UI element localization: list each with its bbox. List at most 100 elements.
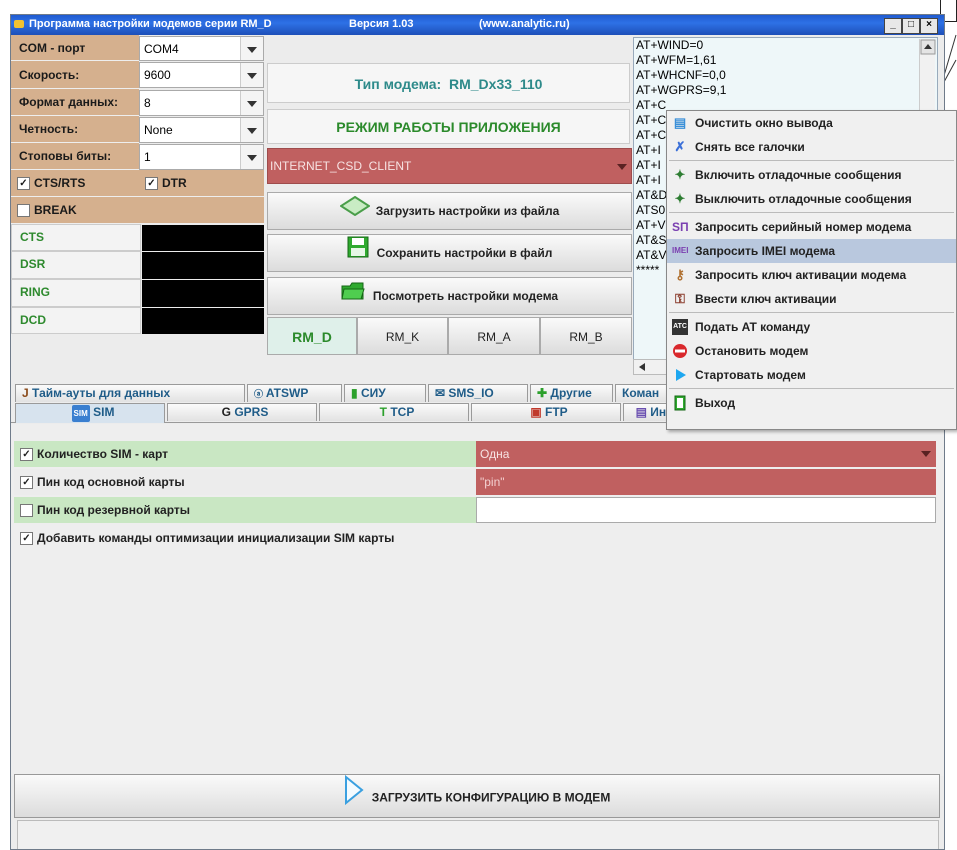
- speed-select[interactable]: 9600: [139, 62, 264, 88]
- parity-value: None: [144, 123, 173, 137]
- pin-main-label: Пин код основной карты: [37, 475, 185, 489]
- signal-ring-label: RING: [11, 279, 141, 307]
- pin-reserve-input[interactable]: [476, 497, 936, 523]
- tab-siu-label: СИУ: [360, 386, 386, 400]
- signal-dsr-indicator: [142, 252, 264, 279]
- menu-disable-debug[interactable]: ✦ Выключить отладочные сообщения: [667, 187, 956, 211]
- tab-siu[interactable]: ▮ СИУ: [344, 384, 426, 402]
- chevron-down-icon: [240, 145, 263, 169]
- menu-request-activation-key[interactable]: ⚷ Запросить ключ активации модема: [667, 263, 956, 287]
- chevron-down-icon: [240, 91, 263, 115]
- menu-separator: [669, 212, 954, 213]
- dtr-label: DTR: [162, 176, 187, 190]
- atswp-icon: ⓐ: [254, 389, 264, 399]
- terminal-line: AT+WHCNF=0,0: [636, 68, 726, 82]
- data-format-select[interactable]: 8: [139, 90, 264, 116]
- tab-other-label: Другие: [550, 386, 592, 400]
- menu-clear-output[interactable]: ▤ Очистить окно вывода: [667, 111, 956, 135]
- exit-door-icon: [672, 395, 688, 411]
- terminal-line: AT+WIND=0: [636, 38, 704, 52]
- menu-request-serial[interactable]: SП Запросить серийный номер модема: [667, 215, 956, 239]
- tab-gprs[interactable]: G GPRS: [167, 403, 317, 421]
- bug-icon: ✦: [674, 191, 686, 206]
- checkbox-icon: [20, 448, 33, 462]
- break-spacer: [139, 197, 264, 224]
- save-settings-button[interactable]: Сохранить настройки в файл: [267, 234, 632, 272]
- upload-config-label: ЗАГРУЗИТЬ КОНФИГУРАЦИЮ В МОДЕМ: [371, 790, 611, 805]
- signal-cts-label: CTS: [11, 224, 141, 251]
- pin-main-checkbox[interactable]: Пин код основной карты: [14, 469, 476, 495]
- checkbox-icon: [145, 177, 158, 191]
- bug-icon: ✦: [674, 167, 686, 182]
- view-settings-button[interactable]: Посмотреть настройки модема: [267, 277, 632, 315]
- window-url: (www.analytic.ru): [479, 18, 570, 30]
- battery-icon: ▮: [351, 386, 358, 400]
- sim-icon: SIM: [71, 405, 90, 422]
- menu-separator: [669, 388, 954, 389]
- tab-sim[interactable]: SIM SIM: [15, 403, 165, 423]
- document-icon: ▤: [673, 115, 687, 130]
- model-rm-k-button[interactable]: RM_K: [357, 317, 448, 355]
- tab-tcp[interactable]: T TCP: [319, 403, 469, 421]
- modem-type-panel: Тип модема: RM_Dx33_110: [267, 63, 630, 103]
- pin-main-input[interactable]: "pin": [476, 469, 936, 495]
- model-rm-a-button[interactable]: RM_A: [448, 317, 540, 355]
- break-label: BREAK: [34, 203, 77, 217]
- tab-ftp[interactable]: ▣ FTP: [471, 403, 621, 421]
- sim-count-checkbox[interactable]: Количество SIM - карт: [14, 441, 476, 467]
- app-mode-select[interactable]: INTERNET_CSD_CLIENT: [267, 148, 632, 184]
- serial-icon: SП: [672, 220, 689, 234]
- tab-tcp-label: TCP: [390, 405, 415, 419]
- menu-request-serial-label: Запросить серийный номер модема: [695, 220, 912, 234]
- menu-enable-debug[interactable]: ✦ Включить отладочные сообщения: [667, 163, 956, 187]
- menu-request-imei-label: Запросить IMEI модема: [695, 244, 835, 258]
- menu-start-modem[interactable]: Стартовать модем: [667, 363, 956, 387]
- menu-enter-activation-key[interactable]: ⚿ Ввести ключ активации: [667, 287, 956, 311]
- scroll-up-icon[interactable]: [920, 39, 936, 55]
- upload-config-button[interactable]: ЗАГРУЗИТЬ КОНФИГУРАЦИЮ В МОДЕМ: [14, 774, 940, 818]
- tcp-icon: T: [379, 405, 387, 419]
- at-command-icon: ATC: [672, 319, 688, 335]
- sim-optimize-checkbox[interactable]: Добавить команды оптимизации инициализац…: [14, 527, 714, 549]
- parity-select[interactable]: None: [139, 117, 264, 143]
- model-rm-d-button[interactable]: RM_D: [267, 317, 357, 355]
- parity-label: Четность:: [11, 116, 139, 143]
- scroll-left-icon[interactable]: [634, 360, 650, 374]
- menu-send-at-command[interactable]: ATC Подать AT команду: [667, 315, 956, 339]
- tab-atswp-label: ATSWP: [265, 386, 309, 400]
- data-format-value: 8: [144, 96, 151, 110]
- model-rm-b-button[interactable]: RM_B: [540, 317, 632, 355]
- com-port-select[interactable]: COM4: [139, 36, 264, 61]
- close-button[interactable]: ×: [920, 18, 938, 34]
- signal-cts-indicator: [142, 225, 264, 251]
- tab-other[interactable]: ✚ Другие: [530, 384, 613, 402]
- tab-commands-label: Коман: [622, 386, 660, 400]
- break-checkbox[interactable]: BREAK: [11, 197, 139, 224]
- tab-data-timeouts-label: Тайм-ауты для данных: [32, 386, 171, 400]
- checkbox-icon: [20, 476, 33, 490]
- menu-uncheck-all-label: Снять все галочки: [695, 140, 805, 154]
- menu-exit[interactable]: Выход: [667, 391, 956, 415]
- menu-request-imei[interactable]: IMEI Запросить IMEI модема: [667, 239, 956, 263]
- envelope-icon: ✉: [435, 386, 446, 400]
- menu-uncheck-all[interactable]: ✗ Снять все галочки: [667, 135, 956, 159]
- cts-rts-checkbox[interactable]: CTS/RTS: [11, 170, 139, 197]
- checkbox-icon: [17, 177, 30, 191]
- minimize-button[interactable]: _: [884, 18, 902, 34]
- load-settings-button[interactable]: Загрузить настройки из файла: [267, 192, 632, 230]
- tab-sms-io[interactable]: ✉ SMS_IO: [428, 384, 528, 402]
- menu-disable-debug-label: Выключить отладочные сообщения: [695, 192, 912, 206]
- dtr-checkbox[interactable]: DTR: [139, 170, 264, 197]
- maximize-button[interactable]: □: [902, 18, 920, 34]
- sim-count-select[interactable]: Одна: [476, 441, 936, 467]
- checkbox-icon: [20, 532, 33, 546]
- pin-reserve-checkbox[interactable]: Пин код резервной карты: [14, 497, 476, 523]
- save-settings-label: Сохранить настройки в файл: [376, 246, 553, 260]
- tab-gprs-label: GPRS: [234, 405, 269, 419]
- menu-stop-modem[interactable]: Остановить модем: [667, 339, 956, 363]
- tab-data-timeouts[interactable]: Ј Тайм-ауты для данных: [15, 384, 245, 402]
- chevron-down-icon: [240, 118, 263, 142]
- tab-atswp[interactable]: ⓐ ATSWP: [247, 384, 342, 402]
- menu-separator: [669, 160, 954, 161]
- stop-bits-select[interactable]: 1: [139, 144, 264, 170]
